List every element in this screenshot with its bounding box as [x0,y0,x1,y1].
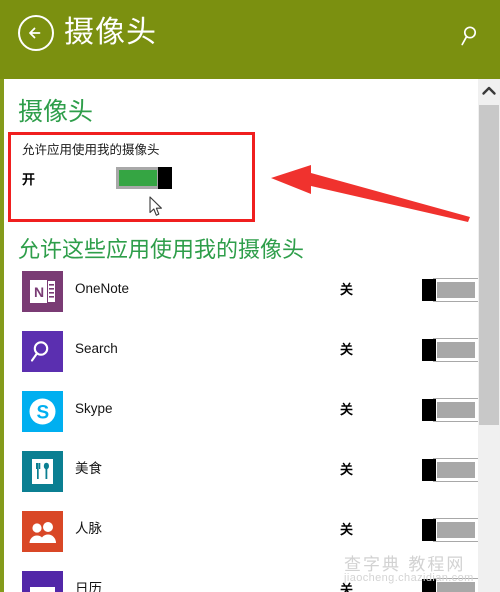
toggle-track [434,459,478,481]
master-camera-toggle[interactable] [116,167,172,189]
toggle-switch-on[interactable] [116,167,172,189]
back-arrow-circle-icon[interactable] [18,15,54,51]
toggle-track [434,579,478,592]
list-item[interactable]: N OneNote 关 [4,271,478,331]
search-app-icon [22,331,63,372]
app-toggle[interactable] [422,339,478,361]
onenote-icon: N [22,271,63,312]
scrollbar-thumb[interactable] [479,105,499,425]
page-title-header: 摄像头 [64,16,157,49]
app-name: OneNote [75,281,130,296]
toggle-track [434,399,478,421]
svg-text:N: N [34,284,44,300]
toggle-handle [422,339,436,361]
toggle-switch-off[interactable] [422,579,478,592]
calendar-icon [22,571,63,592]
skype-icon: S [22,391,63,432]
list-item[interactable]: Search 关 [4,331,478,391]
search-icon[interactable] [458,22,484,50]
master-camera-setting: 允许应用使用我的摄像头 开 [22,141,247,191]
toggle-track [116,167,160,189]
vertical-scrollbar[interactable] [478,79,500,592]
toggle-handle [422,279,436,301]
app-toggle[interactable] [422,279,478,301]
app-state-label: 关 [340,342,354,357]
page-title: 摄像头 [18,98,94,126]
app-state-label: 关 [340,522,354,537]
toggle-switch-off[interactable] [422,279,478,301]
toggle-handle [422,519,436,541]
chevron-up-icon[interactable] [478,79,500,103]
toggle-track [434,519,478,541]
app-state-label: 关 [340,282,354,297]
list-item[interactable]: 人脉 关 [4,511,478,571]
toggle-switch-off[interactable] [422,459,478,481]
app-toggle[interactable] [422,579,478,592]
apps-section-heading: 允许这些应用使用我的摄像头 [18,237,305,262]
master-setting-label: 允许应用使用我的摄像头 [22,143,160,157]
food-icon [22,451,63,492]
toggle-handle [422,579,436,592]
list-item[interactable]: 日历 关 [4,571,478,592]
toggle-handle [422,399,436,421]
app-name: 日历 [75,581,102,592]
app-name: 美食 [75,461,102,476]
master-state-label: 开 [22,172,36,187]
list-item[interactable]: S Skype 关 [4,391,478,451]
app-toggle[interactable] [422,399,478,421]
app-state-label: 关 [340,402,354,417]
content-pane: 摄像头 允许应用使用我的摄像头 开 允许这些应用使用我的摄像头 N OneNot… [4,79,478,592]
back-arrow-glyph [29,27,41,39]
toggle-handle [422,459,436,481]
toggle-track [434,279,478,301]
app-permission-list: N OneNote 关 Search 关 S Skype 关 美食 关 人脉 关… [4,271,478,592]
app-toggle[interactable] [422,519,478,541]
search-glyph [461,26,477,46]
svg-text:S: S [37,403,50,424]
app-name: Skype [75,401,113,416]
app-state-label: 关 [340,582,354,592]
toggle-track [434,339,478,361]
toggle-handle [158,167,172,189]
toggle-switch-off[interactable] [422,399,478,421]
page-header: 摄像头 [0,0,500,79]
toggle-switch-off[interactable] [422,339,478,361]
people-icon [22,511,63,552]
app-name: Search [75,341,118,356]
app-name: 人脉 [75,521,102,536]
chevron-up-glyph [482,86,496,95]
list-item[interactable]: 美食 关 [4,451,478,511]
app-toggle[interactable] [422,459,478,481]
master-setting-row: 开 [22,167,247,191]
app-state-label: 关 [340,462,354,477]
toggle-switch-off[interactable] [422,519,478,541]
settings-camera-page: 摄像头 摄像头 允许应用使用我的摄像头 开 允许这些应用使用我的摄像头 N On… [0,0,500,592]
